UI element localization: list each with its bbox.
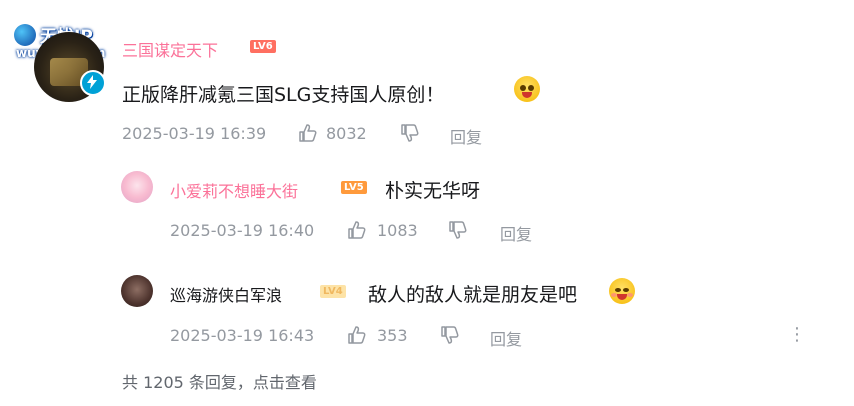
thumbs-up-icon[interactable] [347,220,367,240]
reply-button[interactable]: 回复 [500,221,532,245]
level-badge: LV6 [250,40,276,53]
verified-icon [80,70,106,96]
comment-username[interactable]: 三国谋定天下 [122,37,218,61]
like-count: 1083 [377,221,418,240]
comment-text: 正版降肝减氪三国SLG支持国人原创！ [122,84,445,106]
thumbs-down-icon[interactable] [448,220,468,240]
like-count: 353 [377,326,408,345]
avatar[interactable] [121,275,153,307]
more-options-icon[interactable]: ⋮ [788,324,806,345]
avatar[interactable] [121,171,153,203]
grinning-face-emoji-icon [609,278,635,304]
reply-timestamp: 2025-03-19 16:40 [170,221,315,240]
comment-timestamp: 2025-03-19 16:39 [122,124,267,143]
reply-timestamp: 2025-03-19 16:43 [170,326,315,345]
reply-text: 敌人的敌人就是朋友是吧 [368,284,578,306]
thumbs-down-icon[interactable] [440,325,460,345]
thumbs-up-icon[interactable] [298,123,318,143]
reply-username[interactable]: 小爱莉不想睡大街 [170,178,298,202]
reply-button[interactable]: 回复 [450,124,482,148]
thumbs-up-icon[interactable] [347,325,367,345]
like-count: 8032 [326,124,367,143]
crying-face-emoji-icon [514,76,540,102]
globe-icon [14,24,36,46]
level-badge: LV4 [320,285,346,298]
reply-text: 朴实无华呀 [385,180,481,202]
reply-button[interactable]: 回复 [490,326,522,350]
level-badge: LV5 [341,181,367,194]
reply-username[interactable]: 巡海游侠白军浪 [170,282,282,306]
view-all-replies-link[interactable]: 共 1205 条回复，点击查看 [122,369,317,393]
thumbs-down-icon[interactable] [400,123,420,143]
